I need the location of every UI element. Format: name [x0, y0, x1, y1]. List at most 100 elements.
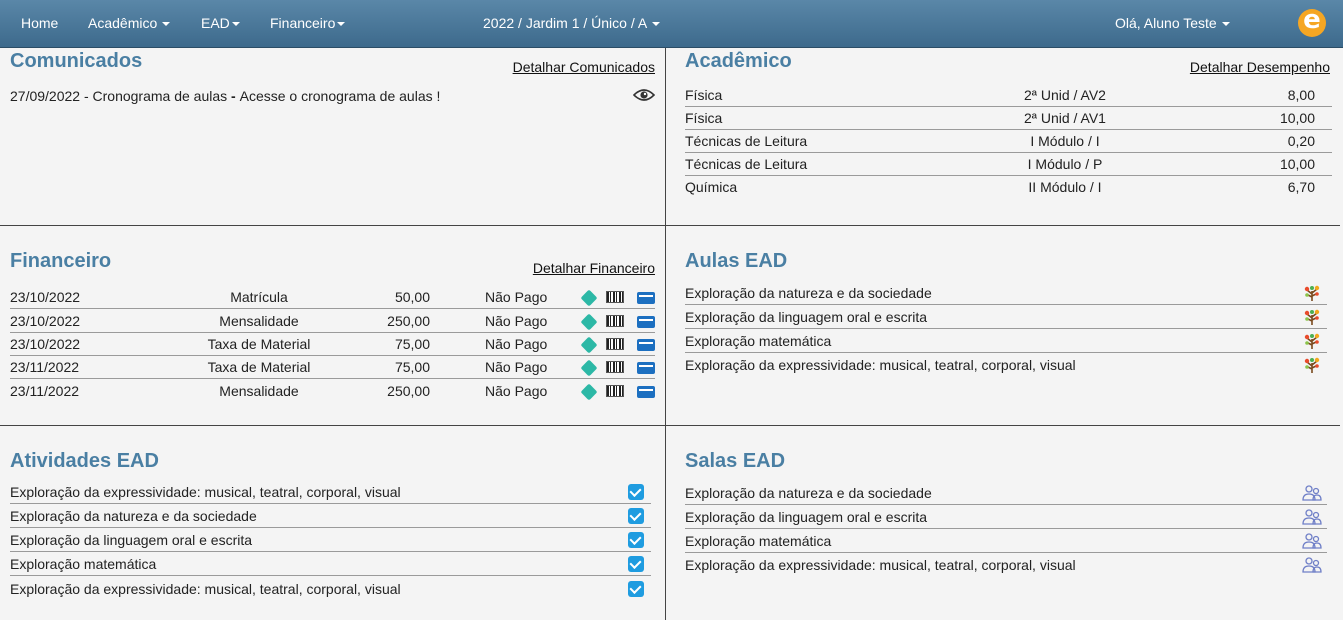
- invoice-row: 23/10/2022 Mensalidade 250,00 Não Pago: [10, 310, 655, 333]
- nav-academico-label: Acadêmico: [88, 15, 158, 31]
- invoice-date: 23/11/2022: [10, 359, 80, 375]
- aula-label: Exploração da natureza e da sociedade: [685, 285, 932, 301]
- nav-ead-menu[interactable]: EAD: [201, 15, 240, 31]
- invoice-date: 23/10/2022: [10, 313, 81, 329]
- comunicado-item[interactable]: 27/09/2022 - Cronograma de aulas - Acess…: [10, 85, 655, 108]
- tree-icon[interactable]: [1303, 332, 1321, 350]
- sala-item[interactable]: Exploração da expressividade: musical, t…: [685, 554, 1327, 577]
- aula-item[interactable]: Exploração da expressividade: musical, t…: [685, 354, 1327, 377]
- invoice-description: Mensalidade: [219, 383, 299, 399]
- invoice-status: Não Pago: [485, 289, 548, 305]
- pix-icon[interactable]: [580, 336, 598, 354]
- grade-unit: II Módulo / I: [1028, 179, 1102, 195]
- users-icon[interactable]: [1302, 556, 1322, 574]
- grade-value: 0,20: [1287, 133, 1315, 149]
- tree-icon[interactable]: [1303, 308, 1321, 326]
- pix-icon[interactable]: [580, 313, 598, 331]
- invoice-status: Não Pago: [485, 359, 548, 375]
- nav-academico-menu[interactable]: Acadêmico: [88, 15, 171, 31]
- credit-card-icon[interactable]: [637, 362, 655, 374]
- pix-icon[interactable]: [580, 289, 598, 307]
- checkbox-checked-icon[interactable]: [628, 581, 644, 597]
- nav-home[interactable]: Home: [21, 15, 58, 31]
- nav-financeiro-label: Financeiro: [270, 15, 336, 31]
- aulas-ead-title: Aulas EAD: [685, 250, 788, 272]
- credit-card-icon[interactable]: [637, 292, 655, 304]
- sala-label: Exploração da linguagem oral e escrita: [685, 509, 928, 525]
- nav-financeiro-menu[interactable]: Financeiro: [270, 15, 346, 31]
- invoice-description: Taxa de Material: [207, 336, 311, 352]
- checkbox-checked-icon[interactable]: [628, 556, 644, 572]
- grade-subject: Técnicas de Leitura: [685, 156, 808, 172]
- comunicado-separator: -: [227, 88, 240, 104]
- grade-row: Técnicas de Leitura I Módulo / P 10,00: [685, 153, 1332, 176]
- barcode-icon[interactable]: [606, 291, 624, 303]
- grade-row: Técnicas de Leitura I Módulo / I 0,20: [685, 130, 1332, 153]
- credit-card-icon[interactable]: [637, 316, 655, 328]
- barcode-icon[interactable]: [606, 361, 624, 373]
- comunicado-text: 27/09/2022 - Cronograma de aulas - Acess…: [10, 88, 440, 104]
- grade-subject: Técnicas de Leitura: [685, 133, 808, 149]
- grade-unit: I Módulo / P: [1027, 156, 1103, 172]
- barcode-icon[interactable]: [606, 338, 624, 350]
- users-icon[interactable]: [1302, 532, 1322, 550]
- nav-user-menu[interactable]: Olá, Aluno Teste: [1115, 15, 1230, 31]
- top-navbar: Home Acadêmico EAD Financeiro 2022 / Jar…: [0, 0, 1343, 48]
- invoice-description: Matrícula: [230, 289, 288, 305]
- atividade-item[interactable]: Exploração da expressividade: musical, t…: [10, 578, 651, 601]
- invoice-value: 250,00: [387, 383, 430, 399]
- checkbox-checked-icon[interactable]: [628, 532, 644, 548]
- nav-user-label: Olá, Aluno Teste: [1115, 15, 1217, 31]
- invoice-value: 75,00: [394, 359, 430, 375]
- credit-card-icon[interactable]: [637, 339, 655, 351]
- atividade-item[interactable]: Exploração matemática: [10, 553, 651, 576]
- aula-item[interactable]: Exploração da natureza e da sociedade: [685, 282, 1327, 305]
- atividade-item[interactable]: Exploração da linguagem oral e escrita: [10, 529, 651, 552]
- invoice-row: 23/10/2022 Matrícula 50,00 Não Pago: [10, 286, 655, 309]
- checkbox-checked-icon[interactable]: [628, 508, 644, 524]
- aula-label: Exploração da linguagem oral e escrita: [685, 309, 928, 325]
- comunicado-date-title: 27/09/2022 - Cronograma de aulas: [10, 88, 228, 104]
- invoice-description: Taxa de Material: [207, 359, 311, 375]
- nav-context-selector[interactable]: 2022 / Jardim 1 / Único / A: [483, 15, 661, 31]
- aula-label: Exploração matemática: [685, 333, 832, 349]
- invoice-description: Mensalidade: [219, 313, 299, 329]
- sala-item[interactable]: Exploração matemática: [685, 530, 1327, 553]
- sala-item[interactable]: Exploração da natureza e da sociedade: [685, 482, 1327, 505]
- tree-icon[interactable]: [1303, 356, 1321, 374]
- academico-panel: Acadêmico Detalhar Desempenho Física 2ª …: [666, 48, 1340, 225]
- salas-ead-title: Salas EAD: [685, 450, 786, 472]
- atividade-item[interactable]: Exploração da natureza e da sociedade: [10, 505, 651, 528]
- detalhar-desempenho-link[interactable]: Detalhar Desempenho: [1190, 59, 1330, 75]
- tree-icon[interactable]: [1303, 284, 1321, 302]
- app-logo[interactable]: e: [1298, 5, 1326, 37]
- barcode-icon[interactable]: [606, 315, 624, 327]
- grade-value: 6,70: [1287, 179, 1315, 195]
- aula-label: Exploração da expressividade: musical, t…: [685, 357, 1076, 373]
- grade-row: Física 2ª Unid / AV2 8,00: [685, 84, 1332, 107]
- barcode-icon[interactable]: [606, 385, 624, 397]
- eye-icon[interactable]: [633, 88, 655, 102]
- invoice-date: 23/10/2022: [10, 289, 81, 305]
- invoice-value: 250,00: [387, 313, 430, 329]
- invoice-status: Não Pago: [485, 313, 548, 329]
- caret-down-icon: [1221, 22, 1230, 27]
- caret-down-icon: [652, 22, 661, 27]
- detalhar-comunicados-link[interactable]: Detalhar Comunicados: [513, 59, 655, 75]
- credit-card-icon[interactable]: [637, 386, 655, 398]
- grade-value: 8,00: [1287, 87, 1315, 103]
- pix-icon[interactable]: [580, 383, 598, 401]
- aula-item[interactable]: Exploração matemática: [685, 330, 1327, 353]
- atividades-ead-title: Atividades EAD: [10, 450, 159, 472]
- users-icon[interactable]: [1302, 484, 1322, 502]
- logo-letter: e: [1303, 5, 1321, 35]
- invoice-date: 23/11/2022: [10, 383, 80, 399]
- detalhar-financeiro-link[interactable]: Detalhar Financeiro: [533, 260, 655, 276]
- pix-icon[interactable]: [580, 359, 598, 377]
- caret-down-icon: [231, 22, 240, 27]
- sala-item[interactable]: Exploração da linguagem oral e escrita: [685, 506, 1327, 529]
- atividade-item[interactable]: Exploração da expressividade: musical, t…: [10, 481, 651, 504]
- users-icon[interactable]: [1302, 508, 1322, 526]
- aula-item[interactable]: Exploração da linguagem oral e escrita: [685, 306, 1327, 329]
- checkbox-checked-icon[interactable]: [628, 484, 644, 500]
